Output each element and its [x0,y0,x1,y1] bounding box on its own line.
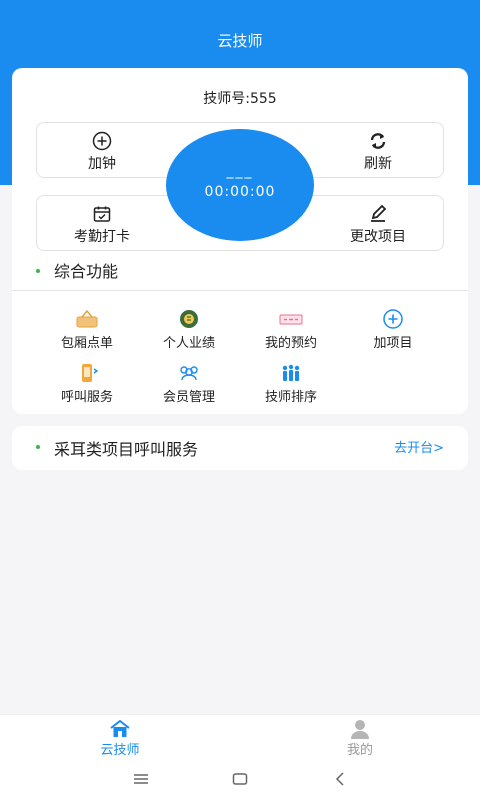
refresh-button[interactable]: 刷新 [333,131,423,173]
divider [12,290,468,291]
tab-home-label: 云技师 [100,743,140,758]
refresh-icon [333,131,423,151]
functions-title: 综合功能 [54,262,119,281]
attendance-button[interactable]: 考勤打卡 [57,204,147,246]
ticket-icon [240,308,342,330]
system-navigation-bar [0,758,480,800]
basket-icon [36,308,138,330]
function-add-project[interactable]: 加项目 [342,308,444,351]
square-icon[interactable] [230,769,250,789]
edit-icon [333,204,423,224]
function-label: 技师排序 [264,390,317,405]
app-title: 云技师 [217,32,263,50]
user-icon [300,719,420,739]
members-icon [138,362,240,384]
service-title: 采耳类项目呼叫服务 [54,440,199,459]
tab-mine-label: 我的 [346,743,373,758]
function-label: 呼叫服务 [60,390,113,405]
function-label: 个人业绩 [162,336,215,351]
function-technician-ranking[interactable]: 技师排序 [240,362,342,405]
coins-icon [138,308,240,330]
service-timer[interactable]: ___ 00:00:00 [166,129,314,241]
function-room-order[interactable]: 包厢点单 [36,308,138,351]
home-icon [60,719,180,739]
open-table-link[interactable]: 去开台> [394,437,444,456]
refresh-label: 刷新 [364,156,392,172]
calendar-check-icon [57,204,147,224]
function-label: 包厢点单 [60,336,113,351]
add-clock-label: 加钟 [88,156,116,172]
bullet-dot [36,268,40,273]
tab-bar: 云技师 我的 [0,714,480,758]
add-clock-button[interactable]: 加钟 [57,131,147,173]
plus-circle-icon [342,308,444,330]
queue-icon [240,362,342,384]
function-performance[interactable]: 个人业绩 [138,308,240,351]
attendance-label: 考勤打卡 [74,229,130,245]
service-card: 采耳类项目呼叫服务 去开台> [12,426,468,470]
change-project-button[interactable]: 更改项目 [333,204,423,246]
function-member-management[interactable]: 会员管理 [138,362,240,405]
back-arrow-icon[interactable] [330,769,350,789]
tab-mine[interactable]: 我的 [300,719,420,758]
function-label: 我的预约 [264,336,317,351]
plus-circle-icon [57,131,147,151]
function-label: 会员管理 [162,390,215,405]
function-appointments[interactable]: 我的预约 [240,308,342,351]
timer-status: ___ [226,163,254,179]
tab-home[interactable]: 云技师 [60,719,180,758]
function-label: 加项目 [373,336,413,351]
section-title-functions: 综合功能 [36,258,118,282]
menu-icon[interactable] [131,769,151,789]
technician-number: 技师号:555 [203,91,277,107]
phone-call-icon [36,362,138,384]
function-call-service[interactable]: 呼叫服务 [36,362,138,405]
change-project-label: 更改项目 [350,229,406,245]
bullet-dot [36,445,40,449]
main-card: 技师号:555 加钟 刷新 考勤打卡 更改项目 ___ 00:00:00 综合功… [12,68,468,414]
timer-time: 00:00:00 [204,184,276,200]
